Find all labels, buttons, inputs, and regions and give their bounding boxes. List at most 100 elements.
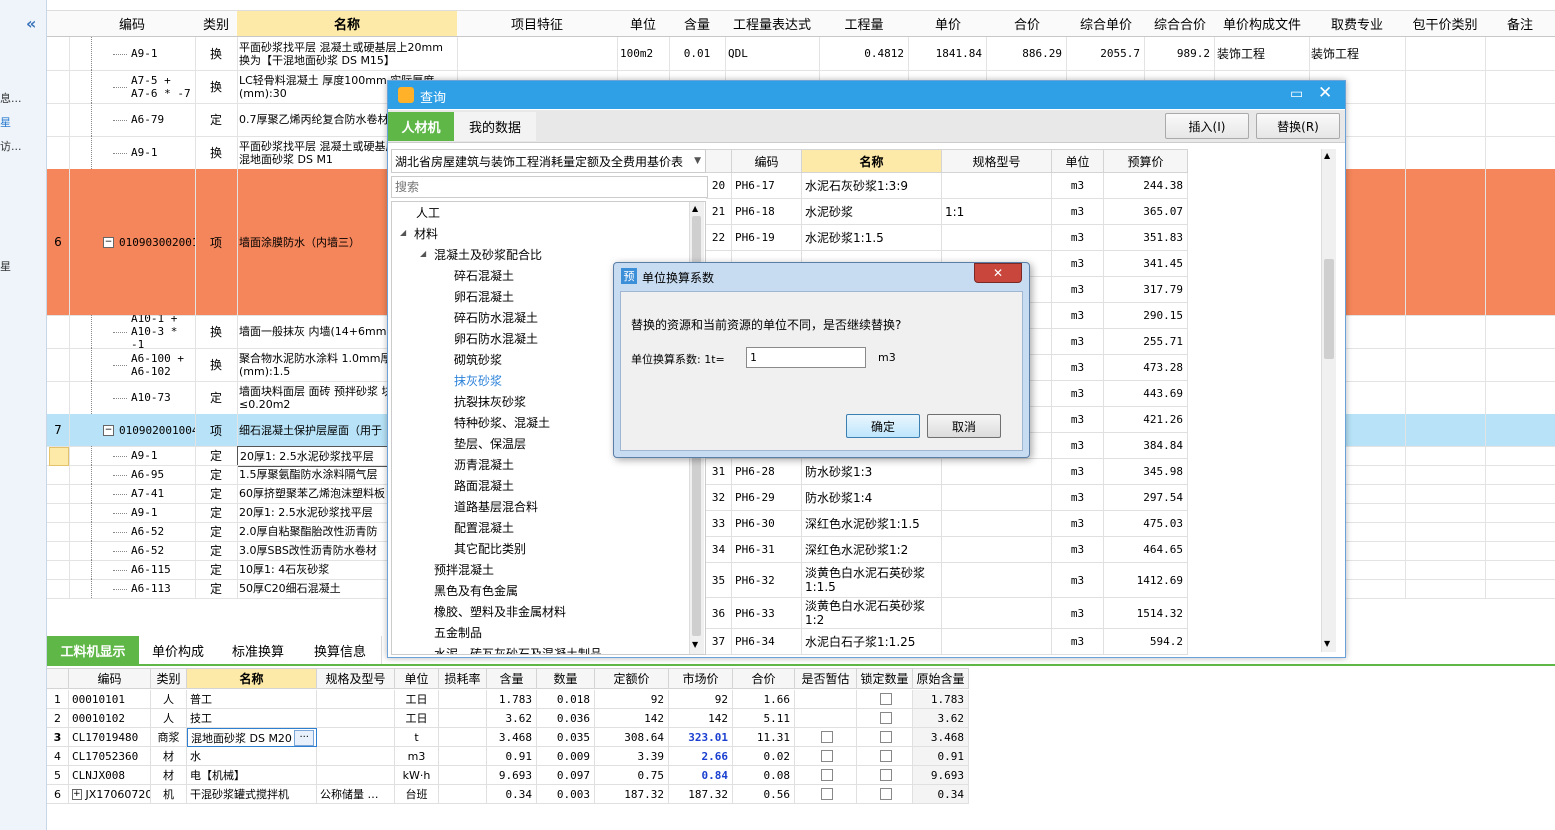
insert-button[interactable]: 插入(I): [1165, 113, 1249, 139]
tree-item[interactable]: ◢ 材料: [400, 225, 438, 242]
tree-item[interactable]: 水泥、砖瓦灰砂石及混凝土制品: [434, 645, 602, 654]
res-cell-n[interactable]: 34: [706, 537, 732, 563]
res-cell-code[interactable]: PH6-18: [732, 199, 802, 225]
res-cell-spec[interactable]: [942, 537, 1052, 563]
header-2[interactable]: 名称: [237, 10, 458, 37]
res-cell-spec[interactable]: [942, 225, 1052, 251]
header-7[interactable]: 工程量: [819, 10, 910, 37]
res-cell-unit[interactable]: m3: [1052, 303, 1104, 329]
header-6[interactable]: 工程量表达式: [725, 10, 820, 37]
res-cell-code[interactable]: PH6-33: [732, 598, 802, 629]
res-cell-price[interactable]: 475.03: [1104, 511, 1188, 537]
bt-cell-lock[interactable]: [857, 747, 913, 766]
grid-row[interactable]: A9-1 换 平面砂浆找平层 混凝土或硬基层上20mm 换为【干混地面砂浆 DS M…: [47, 37, 1555, 71]
res-cell-code[interactable]: PH6-17: [732, 173, 802, 199]
res-cell-price[interactable]: 1412.69: [1104, 563, 1188, 598]
tree-item[interactable]: 其它配比类别: [454, 540, 526, 557]
res-cell-price[interactable]: 464.65: [1104, 537, 1188, 563]
tree-item[interactable]: 橡胶、塑料及非金属材料: [434, 603, 566, 620]
bt-header-10[interactable]: 合价: [733, 668, 795, 689]
tree-item[interactable]: 垫层、保温层: [454, 435, 526, 452]
collapse-panel-icon[interactable]: «: [26, 14, 36, 33]
res-header-4[interactable]: 预算价: [1104, 149, 1188, 173]
header-0[interactable]: 编码: [69, 10, 196, 37]
tab-conversion-info[interactable]: 换算信息: [299, 636, 382, 664]
lock-quantity-checkbox[interactable]: [880, 731, 892, 743]
header-8[interactable]: 单价: [909, 10, 988, 37]
bt-header-3[interactable]: 规格及型号: [317, 668, 395, 689]
header-11[interactable]: 综合合价: [1145, 10, 1216, 37]
res-cell-n[interactable]: 32: [706, 485, 732, 511]
res-cell-price[interactable]: 351.83: [1104, 225, 1188, 251]
tree-item[interactable]: 抹灰砂浆: [454, 372, 502, 389]
res-cell-unit[interactable]: m3: [1052, 433, 1104, 459]
res-cell-unit[interactable]: m3: [1052, 173, 1104, 199]
lock-quantity-checkbox[interactable]: [880, 750, 892, 762]
res-cell-name[interactable]: 深红色水泥砂浆1:1.5: [802, 511, 942, 537]
res-cell-name[interactable]: 防水砂浆1:4: [802, 485, 942, 511]
res-cell-name[interactable]: 水泥白石子浆1:1.25: [802, 629, 942, 655]
res-cell-n[interactable]: 36: [706, 598, 732, 629]
header-13[interactable]: 取费专业: [1309, 10, 1406, 37]
res-cell-unit[interactable]: m3: [1052, 355, 1104, 381]
scroll-down-icon[interactable]: ▼: [692, 640, 698, 649]
res-cell-name[interactable]: 淡黄色白水泥石英砂浆1:2: [802, 598, 942, 629]
res-cell-unit[interactable]: m3: [1052, 563, 1104, 598]
bt-cell-name[interactable]: 干混砂浆罐式搅拌机: [187, 785, 317, 804]
res-cell-unit[interactable]: m3: [1052, 485, 1104, 511]
bt-header-12[interactable]: 锁定数量: [857, 668, 913, 689]
nav-fragment[interactable]: 星: [0, 258, 11, 274]
search-input[interactable]: [391, 176, 708, 198]
res-cell-n[interactable]: 31: [706, 459, 732, 485]
tree-item[interactable]: 路面混凝土: [454, 477, 514, 494]
bt-cell-est[interactable]: [795, 785, 857, 804]
header-1[interactable]: 类别: [195, 10, 238, 37]
bt-cell-lock[interactable]: [857, 709, 913, 728]
cancel-button[interactable]: 取消: [927, 414, 1001, 438]
res-cell-price[interactable]: 290.15: [1104, 303, 1188, 329]
expand-toggle-icon[interactable]: +: [72, 788, 82, 800]
bt-cell-name[interactable]: 水: [187, 747, 317, 766]
tab-my-data[interactable]: 我的数据: [454, 112, 536, 141]
tab-unit-price-composition[interactable]: 单价构成: [139, 636, 218, 664]
bt-cell-est[interactable]: [795, 709, 857, 728]
bt-header-8[interactable]: 定额价: [595, 668, 669, 689]
bt-cell-est[interactable]: [795, 690, 857, 709]
header-15[interactable]: 备注: [1485, 10, 1555, 37]
nav-fragment[interactable]: 息...: [0, 90, 22, 106]
res-cell-code[interactable]: PH6-28: [732, 459, 802, 485]
res-cell-price[interactable]: 345.98: [1104, 459, 1188, 485]
res-cell-price[interactable]: 443.69: [1104, 381, 1188, 407]
query-title-bar[interactable]: 查询 ▭ ✕: [388, 81, 1345, 109]
res-cell-code[interactable]: PH6-29: [732, 485, 802, 511]
scroll-up-icon[interactable]: ▲: [1324, 151, 1330, 160]
nav-fragment[interactable]: 访...: [0, 138, 22, 154]
res-cell-price[interactable]: 473.28: [1104, 355, 1188, 381]
res-cell-n[interactable]: 20: [706, 173, 732, 199]
header-12[interactable]: 单价构成文件: [1215, 10, 1310, 37]
tree-item[interactable]: 特种砂浆、混凝土: [454, 414, 550, 431]
res-cell-price[interactable]: 365.07: [1104, 199, 1188, 225]
lock-quantity-checkbox[interactable]: [880, 788, 892, 800]
res-cell-n[interactable]: 37: [706, 629, 732, 655]
res-cell-spec[interactable]: 1:1: [942, 199, 1052, 225]
tree-item[interactable]: 卵石防水混凝土: [454, 330, 538, 347]
tab-labor-material-machine[interactable]: 人材机: [388, 112, 454, 141]
res-cell-spec[interactable]: [942, 563, 1052, 598]
ellipsis-button[interactable]: ···: [294, 730, 314, 746]
res-header-3[interactable]: 单位: [1052, 149, 1104, 173]
bt-header-13[interactable]: 原始含量: [913, 668, 969, 689]
bt-header-6[interactable]: 含量: [487, 668, 537, 689]
provisional-checkbox[interactable]: [821, 750, 833, 762]
tree-item[interactable]: 卵石混凝土: [454, 288, 514, 305]
res-cell-code[interactable]: PH6-31: [732, 537, 802, 563]
res-cell-price[interactable]: 384.84: [1104, 433, 1188, 459]
res-cell-unit[interactable]: m3: [1052, 225, 1104, 251]
res-cell-unit[interactable]: m3: [1052, 381, 1104, 407]
scroll-down-icon[interactable]: ▼: [1324, 639, 1330, 648]
maximize-icon[interactable]: ▭: [1290, 86, 1303, 102]
res-cell-price[interactable]: 255.71: [1104, 329, 1188, 355]
res-cell-unit[interactable]: m3: [1052, 629, 1104, 655]
header-9[interactable]: 合价: [987, 10, 1068, 37]
replace-button[interactable]: 替换(R): [1256, 113, 1340, 139]
